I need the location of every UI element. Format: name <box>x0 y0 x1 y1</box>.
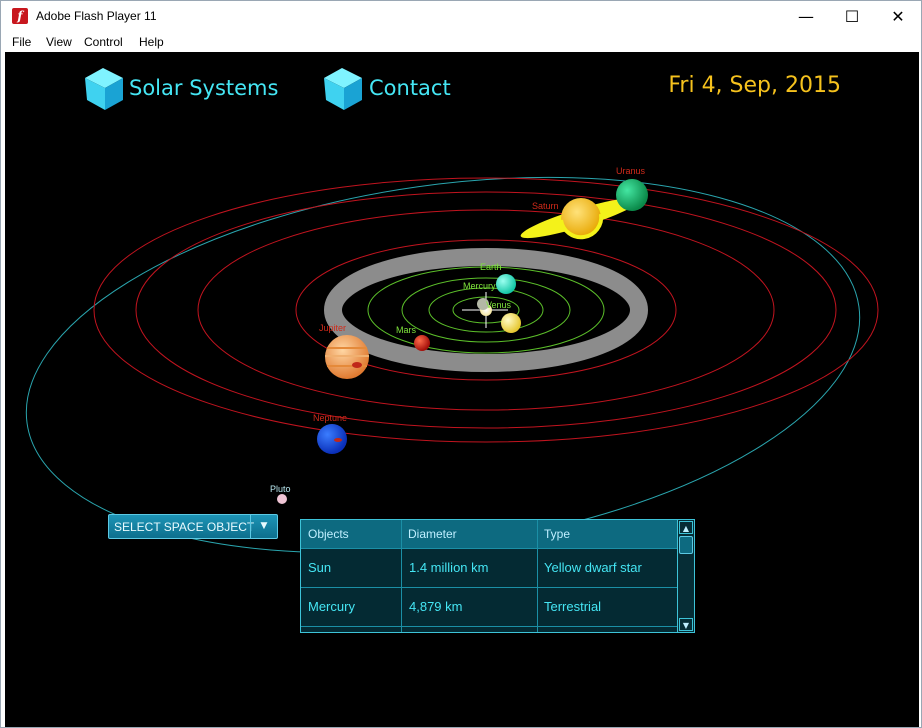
close-icon: ✕ <box>891 7 905 26</box>
label-jupiter: Jupiter <box>319 323 347 333</box>
column-header-diameter[interactable]: Diameter <box>408 527 457 541</box>
scroll-up-icon[interactable]: ▲ <box>679 521 693 534</box>
window-title: Adobe Flash Player 11 <box>36 9 157 23</box>
table-row[interactable]: Mercury 4,879 km Terrestrial <box>301 587 677 626</box>
table-cell-object: Sun <box>308 560 332 575</box>
table-cell-type: Yellow dwarf star <box>544 560 642 575</box>
planet-earth[interactable] <box>496 274 516 294</box>
current-date: Fri 4, Sep, 2015 <box>668 73 841 98</box>
nav-contact-label: Contact <box>369 76 451 100</box>
label-venus: Venus <box>486 300 512 310</box>
nav-contact[interactable]: Contact <box>365 66 451 110</box>
planet-venus[interactable] <box>501 313 521 333</box>
label-earth: Earth <box>480 262 502 272</box>
label-pluto: Pluto <box>270 484 291 494</box>
chevron-down-icon[interactable]: ▼ <box>250 515 277 538</box>
scroll-down-icon[interactable]: ▼ <box>679 618 693 631</box>
close-button[interactable]: ✕ <box>875 1 921 32</box>
column-header-type[interactable]: Type <box>544 527 570 541</box>
table-row[interactable]: Sun 1.4 million km Yellow dwarf star <box>301 548 677 587</box>
minimize-icon: — <box>798 7 814 26</box>
label-mars: Mars <box>396 325 416 335</box>
column-header-objects[interactable]: Objects <box>308 527 349 541</box>
table-cell-diameter: 4,879 km <box>409 599 463 614</box>
menu-file[interactable]: File <box>12 34 31 50</box>
menu-bar: File View Control Help <box>1 32 921 52</box>
select-label: SELECT SPACE OBJECT <box>114 520 254 534</box>
minimize-button[interactable]: — <box>783 1 829 32</box>
menu-view[interactable]: View <box>46 34 72 50</box>
nav-solar-systems[interactable]: Solar Systems <box>125 66 278 110</box>
scrollbar-thumb[interactable] <box>679 536 693 554</box>
table-header: Objects Diameter Type <box>301 520 677 548</box>
maximize-icon: ☐ <box>844 7 860 26</box>
label-mercury: Mercury <box>463 281 496 291</box>
flash-player-icon: f <box>12 8 28 24</box>
label-neptune: Neptune <box>313 413 348 423</box>
cube-icon <box>324 68 362 110</box>
planet-pluto[interactable] <box>277 494 287 504</box>
column-divider <box>537 520 538 632</box>
menu-control[interactable]: Control <box>84 34 123 50</box>
maximize-button[interactable]: ☐ <box>829 1 875 32</box>
cube-icon <box>85 68 123 110</box>
flash-stage: Uranus Saturn Earth Mercury Venus Jupite… <box>5 52 919 727</box>
table-row[interactable] <box>301 626 677 632</box>
planet-jupiter[interactable] <box>325 335 369 379</box>
table-cell-diameter: 1.4 million km <box>409 560 489 575</box>
label-uranus: Uranus <box>616 166 646 176</box>
menu-help[interactable]: Help <box>139 34 164 50</box>
table-cell-object: Mercury <box>308 599 355 614</box>
planet-uranus[interactable] <box>616 179 648 211</box>
table-cell-type: Terrestrial <box>544 599 602 614</box>
column-divider <box>401 520 402 632</box>
planet-mars[interactable] <box>414 335 430 351</box>
title-bar: f Adobe Flash Player 11 — ☐ ✕ <box>1 1 921 32</box>
table-scrollbar[interactable]: ▲ ▼ <box>677 520 694 632</box>
planet-neptune[interactable] <box>317 424 347 454</box>
space-objects-table: Objects Diameter Type Sun 1.4 million km… <box>300 519 695 633</box>
label-saturn: Saturn <box>532 201 559 211</box>
nav-solar-systems-label: Solar Systems <box>129 76 279 100</box>
space-object-select[interactable]: SELECT SPACE OBJECT ▼ <box>108 514 278 539</box>
flash-player-window: f Adobe Flash Player 11 — ☐ ✕ File View … <box>0 0 922 728</box>
